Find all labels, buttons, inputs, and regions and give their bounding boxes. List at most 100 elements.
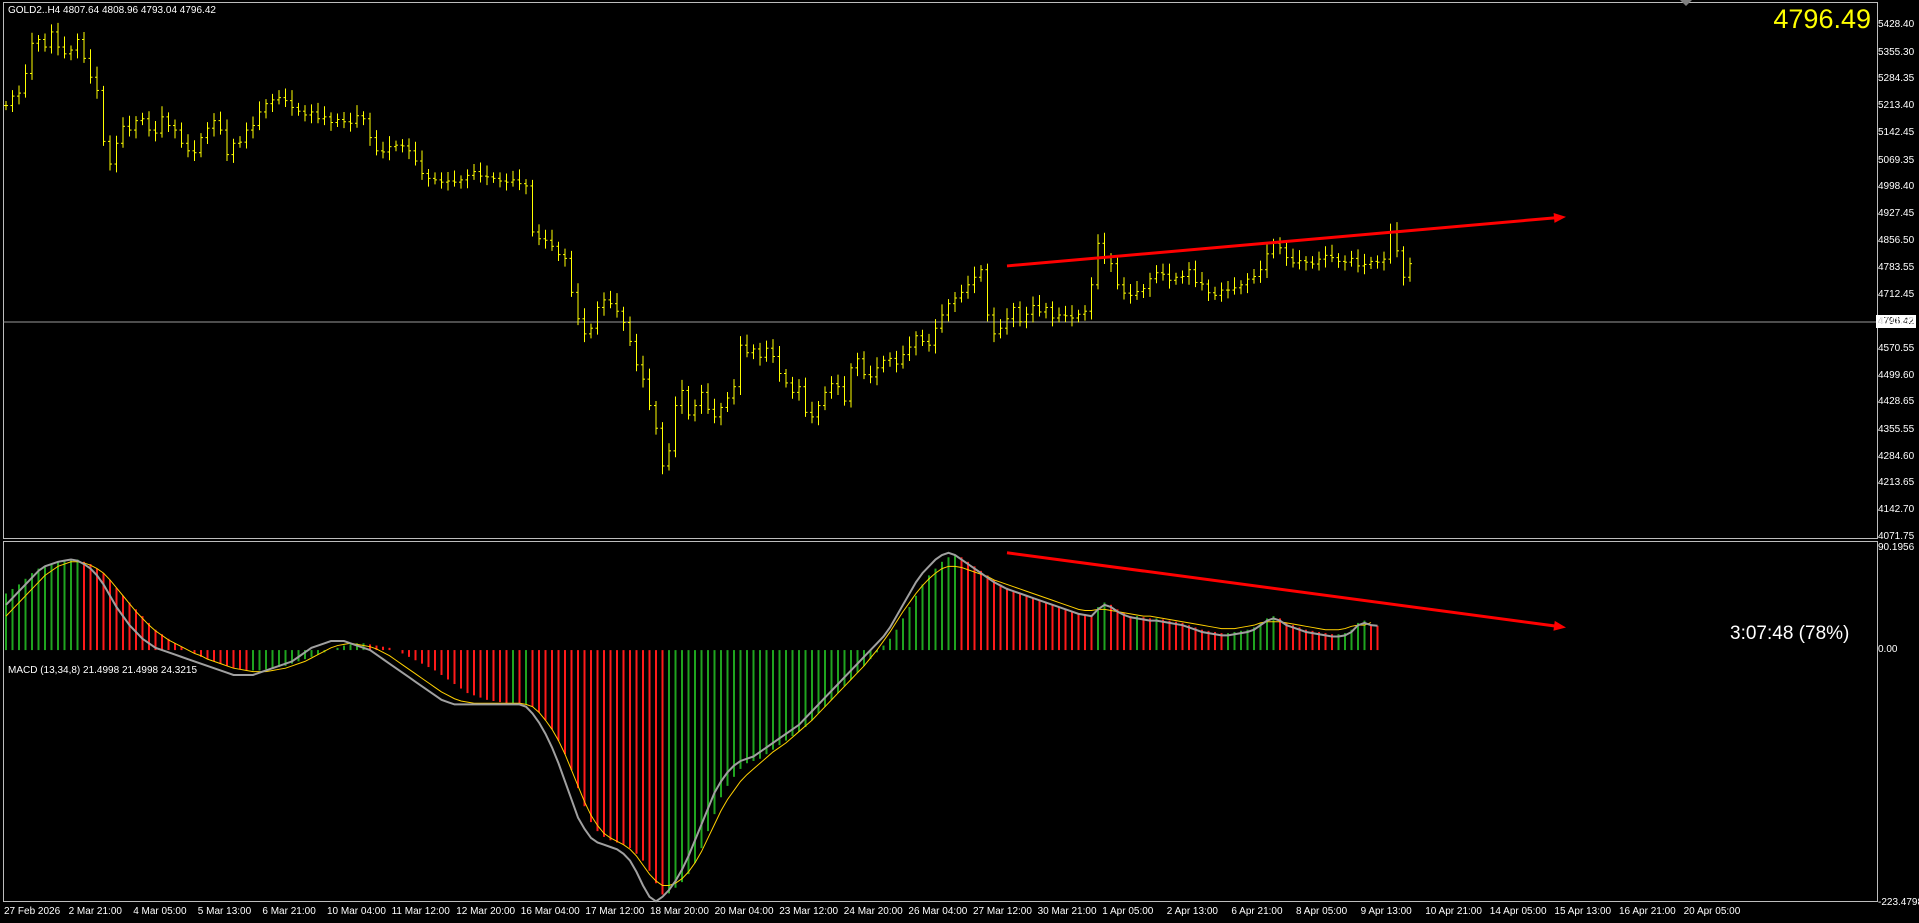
ohlc-bar — [641, 355, 645, 388]
ohlc-bar — [511, 170, 515, 187]
ohlc-bar — [121, 117, 125, 148]
ohlc-bar — [1141, 284, 1146, 299]
ohlc-bar — [556, 241, 561, 262]
ohlc-bar — [290, 90, 294, 116]
time-axis-tick: 30 Mar 21:00 — [1037, 906, 1097, 917]
ohlc-bar — [212, 113, 216, 137]
ohlc-bar — [842, 376, 847, 406]
time-axis-tick: 23 Mar 12:00 — [779, 906, 839, 917]
ohlc-bar — [751, 344, 756, 360]
ohlc-bar — [238, 136, 242, 148]
ohlc-bar — [1148, 272, 1152, 297]
time-axis-tick: 14 Apr 05:00 — [1489, 906, 1547, 917]
bid-price-display: 4796.49 — [1773, 4, 1871, 34]
ohlc-bar — [1408, 257, 1412, 282]
ohlc-bar — [504, 173, 509, 191]
ohlc-bar — [62, 36, 67, 59]
ohlc-bar — [478, 162, 483, 183]
ohlc-bar — [920, 329, 925, 346]
ohlc-bar — [1395, 222, 1399, 258]
ohlc-bar — [1018, 301, 1022, 327]
ohlc-bar — [465, 169, 470, 189]
ohlc-bar — [426, 168, 431, 187]
price-axis-tick: 5142.45 — [1878, 126, 1915, 138]
trading-chart-window: GOLD2..H4 4807.64 4808.96 4793.04 4796.4… — [0, 0, 1919, 923]
ohlc-bar — [1297, 250, 1302, 270]
bar-countdown-timer: 3:07:48 (78%) — [1730, 623, 1850, 644]
price-axis-tick: 4998.40 — [1878, 181, 1915, 193]
ohlc-bar — [699, 384, 704, 414]
ohlc-bar — [283, 88, 288, 108]
ohlc-bar — [192, 140, 197, 162]
ohlc-bar — [231, 138, 236, 163]
ohlc-bar — [108, 135, 112, 171]
ohlc-bar — [1323, 246, 1328, 268]
ohlc-bar — [1336, 253, 1341, 268]
ohlc-bar — [732, 379, 736, 405]
ohlc-bar — [296, 102, 301, 116]
ohlc-bar — [1174, 272, 1178, 285]
ohlc-bar — [589, 323, 593, 339]
trendline-arrow-icon — [1553, 212, 1566, 223]
ohlc-bar — [374, 130, 379, 156]
ohlc-bar — [30, 32, 34, 80]
ohlc-bar — [147, 111, 151, 137]
chart-canvas[interactable] — [0, 0, 1919, 923]
ohlc-bar — [1193, 260, 1198, 288]
ohlc-bar — [1115, 257, 1120, 290]
ohlc-bar — [595, 301, 600, 335]
price-axis-tick: 4856.50 — [1878, 234, 1915, 246]
ohlc-bar — [1369, 256, 1373, 269]
ohlc-bar — [1232, 277, 1237, 295]
ohlc-bar — [1382, 251, 1386, 271]
ohlc-bar — [933, 319, 938, 354]
trendline-price[interactable] — [1006, 216, 1557, 268]
price-axis-tick: 4570.55 — [1878, 342, 1915, 354]
ohlc-bar — [56, 22, 60, 56]
ohlc-bar — [95, 66, 99, 99]
ohlc-bar — [680, 379, 684, 414]
scroll-shift-marker-icon[interactable] — [1680, 0, 1692, 6]
time-axis-tick: 11 Mar 12:00 — [391, 906, 450, 917]
ohlc-bar — [823, 386, 827, 411]
ohlc-bar — [550, 229, 554, 251]
ohlc-bar — [368, 112, 372, 146]
macd-axis-tick: 0.00 — [1878, 644, 1898, 656]
ohlc-bar — [381, 141, 385, 159]
ohlc-bar — [992, 307, 996, 343]
ohlc-bar — [1167, 263, 1172, 289]
ohlc-bar — [179, 122, 184, 148]
ohlc-bar — [979, 265, 983, 282]
time-axis-tick: 5 Mar 13:00 — [197, 906, 252, 917]
price-axis-tick: 4428.65 — [1878, 396, 1915, 408]
ohlc-bar — [1187, 262, 1191, 285]
ohlc-bar — [901, 345, 905, 369]
ohlc-bar — [654, 401, 658, 435]
ohlc-bar — [1128, 284, 1133, 304]
ohlc-bar — [218, 111, 223, 135]
time-axis-tick: 17 Mar 12:00 — [585, 906, 645, 917]
price-axis-tick: 5428.40 — [1878, 19, 1915, 30]
ohlc-bar — [160, 106, 164, 138]
ohlc-bar — [673, 396, 678, 458]
ohlc-bar — [940, 304, 944, 333]
macd-indicator-label: MACD (13,34,8) 21.4998 21.4998 24.3215 — [8, 665, 198, 676]
ohlc-bar — [1206, 279, 1211, 302]
ohlc-bar — [569, 250, 574, 297]
ohlc-bar — [407, 138, 411, 160]
trendlines[interactable] — [1006, 212, 1566, 631]
ohlc-bar — [660, 422, 665, 475]
price-axis-tick: 4071.75 — [1878, 531, 1915, 542]
ohlc-bar — [563, 248, 567, 267]
price-axis-tick: 4142.70 — [1878, 504, 1915, 516]
ohlc-bar — [959, 284, 964, 303]
ohlc-bar — [10, 90, 15, 112]
price-axis-tick: 4355.55 — [1878, 423, 1915, 435]
ohlc-bar — [1089, 277, 1094, 320]
ohlc-bar — [17, 85, 21, 105]
ohlc-bar — [1076, 309, 1081, 323]
ohlc-bar — [114, 135, 119, 173]
ohlc-bar — [1180, 270, 1185, 284]
ohlc-bar — [810, 401, 814, 424]
ohlc-bar — [1278, 237, 1282, 255]
